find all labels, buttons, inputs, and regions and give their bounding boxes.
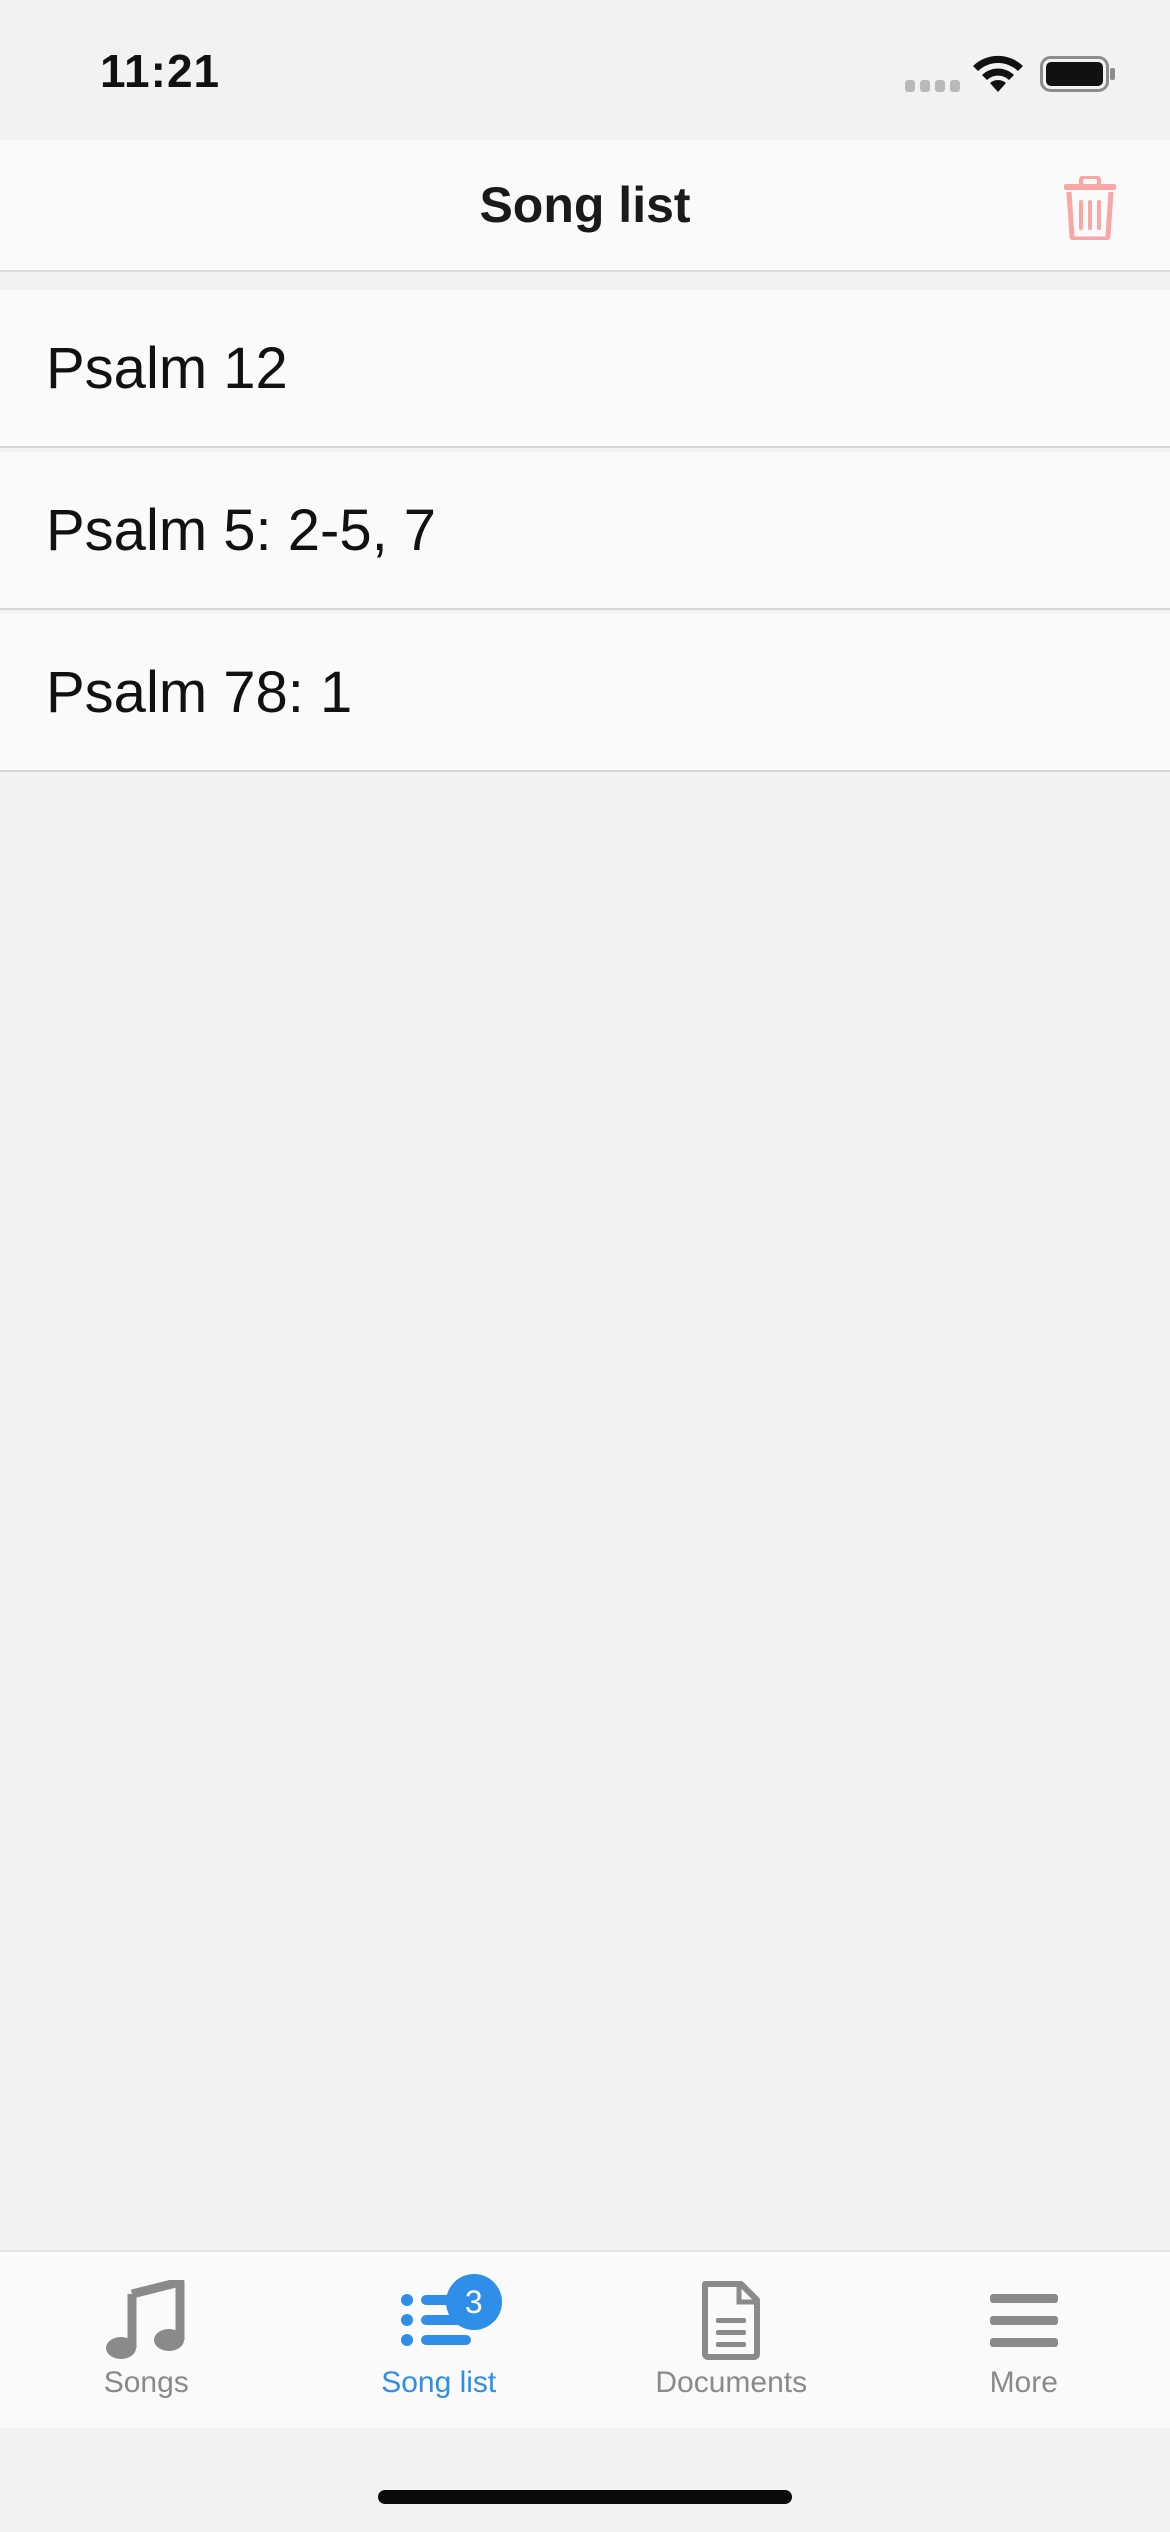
- song-title: Psalm 78: 1: [46, 659, 353, 725]
- clear-list-button[interactable]: [1050, 168, 1130, 248]
- app-header: Song list: [0, 140, 1170, 272]
- tab-documents[interactable]: Documents: [585, 2252, 878, 2428]
- tab-label: More: [989, 2366, 1058, 2399]
- battery-icon: [1040, 56, 1115, 92]
- page-title: Song list: [479, 177, 691, 233]
- wifi-icon: [973, 55, 1023, 92]
- tab-label: Documents: [655, 2366, 808, 2399]
- tab-more[interactable]: More: [878, 2252, 1170, 2428]
- cellular-signal-icon: [905, 80, 960, 92]
- list-item[interactable]: Psalm 5: 2-5, 7: [0, 452, 1170, 610]
- document-icon: [686, 2280, 776, 2360]
- list-item[interactable]: Psalm 78: 1: [0, 614, 1170, 772]
- tab-song-list[interactable]: 3 Song list: [293, 2252, 586, 2428]
- tab-songs[interactable]: Songs: [0, 2252, 293, 2428]
- status-time: 11:21: [100, 45, 221, 97]
- song-title: Psalm 12: [46, 335, 288, 401]
- list-item[interactable]: Psalm 12: [0, 290, 1170, 448]
- music-note-icon: [101, 2280, 191, 2360]
- home-indicator[interactable]: [378, 2490, 792, 2504]
- song-title: Psalm 5: 2-5, 7: [46, 497, 437, 563]
- tab-badge: 3: [445, 2274, 502, 2330]
- song-list: Psalm 12 Psalm 5: 2-5, 7 Psalm 78: 1: [0, 290, 1170, 776]
- tab-label: Song list: [381, 2366, 497, 2399]
- tab-label: Songs: [103, 2366, 189, 2399]
- status-bar: 11:21: [0, 0, 1170, 140]
- list-icon: 3: [394, 2274, 502, 2360]
- tab-bar: Songs 3 Song list Documents More: [0, 2250, 1170, 2428]
- trash-icon: [1064, 176, 1116, 240]
- menu-icon: [979, 2280, 1069, 2360]
